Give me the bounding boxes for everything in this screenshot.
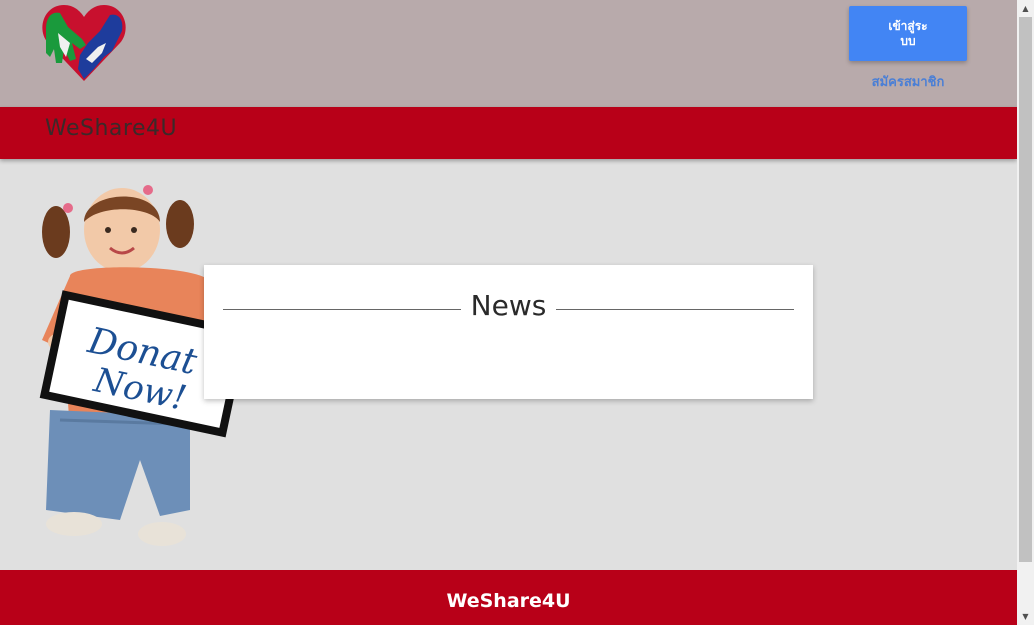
page: เข้าสู่ระบบ สมัครสมาชิก WeShare4U Donat … <box>0 0 1017 625</box>
news-card: News <box>204 265 813 399</box>
news-title: News <box>470 289 547 322</box>
divider-right <box>556 309 794 310</box>
footer-brand: WeShare4U <box>446 590 571 612</box>
nav-bar: WeShare4U <box>0 107 1017 159</box>
register-link[interactable]: สมัครสมาชิก <box>849 71 967 92</box>
footer: WeShare4U <box>0 570 1017 625</box>
scroll-down-arrow-icon[interactable]: ▼ <box>1017 608 1034 625</box>
heart-hands-logo[interactable] <box>42 3 126 83</box>
scroll-up-arrow-icon[interactable]: ▲ <box>1017 0 1034 17</box>
login-button[interactable]: เข้าสู่ระบบ <box>849 6 967 61</box>
scrollbar-thumb[interactable] <box>1019 17 1032 562</box>
divider-left <box>223 309 461 310</box>
login-button-label: เข้าสู่ระบบ <box>888 18 928 48</box>
header-top: เข้าสู่ระบบ สมัครสมาชิก <box>0 0 1017 107</box>
brand-title[interactable]: WeShare4U <box>45 116 177 141</box>
vertical-scrollbar[interactable]: ▲ ▼ <box>1017 0 1034 625</box>
